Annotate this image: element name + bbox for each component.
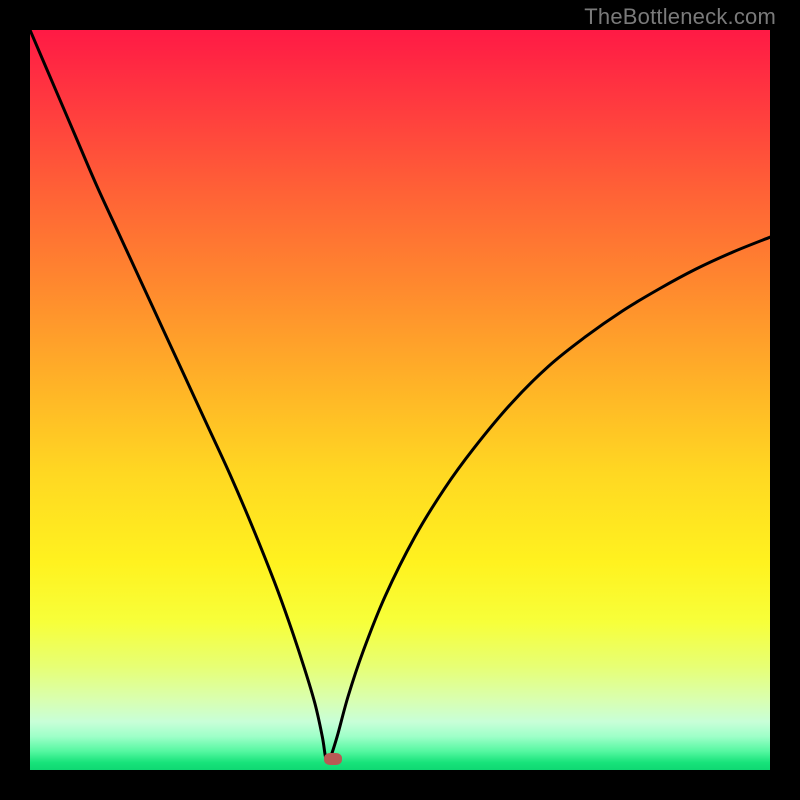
watermark-text: TheBottleneck.com [584, 4, 776, 30]
chart-frame: TheBottleneck.com [0, 0, 800, 800]
plot-area [30, 30, 770, 770]
bottleneck-curve [30, 30, 770, 770]
optimum-marker [324, 753, 342, 765]
